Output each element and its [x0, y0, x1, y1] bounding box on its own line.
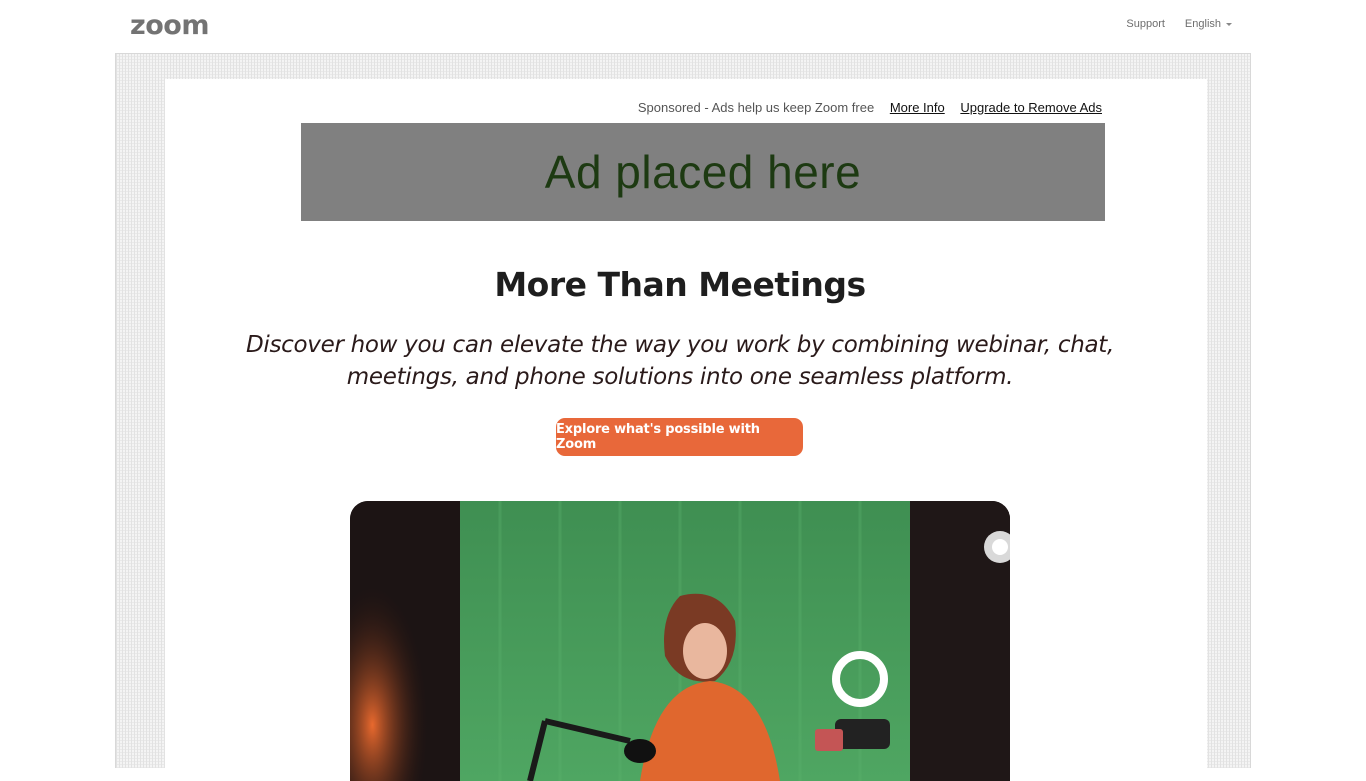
top-nav-links: Support English [1126, 18, 1232, 30]
page-title: More Than Meetings [494, 265, 866, 304]
hero-image [350, 501, 1010, 781]
sponsored-text: Sponsored - Ads help us keep Zoom free [637, 100, 875, 115]
top-navigation-bar: zoom Support English [0, 0, 1366, 52]
main-content: Sponsored - Ads help us keep Zoom free M… [165, 79, 1207, 781]
upgrade-remove-ads-link[interactable]: Upgrade to Remove Ads [960, 100, 1102, 115]
woman-green-screen-photo-icon [350, 501, 1010, 781]
support-link[interactable]: Support [1126, 18, 1165, 30]
explore-zoom-button[interactable]: Explore what's possible with Zoom [556, 418, 803, 456]
ad-placeholder-text: Ad placed here [544, 146, 862, 198]
sponsored-line: Sponsored - Ads help us keep Zoom free M… [638, 100, 1102, 115]
chevron-down-icon [1226, 22, 1232, 26]
zoom-logo[interactable]: zoom [130, 10, 209, 42]
page-subtitle: Discover how you can elevate the way you… [245, 332, 1115, 390]
language-label: English [1184, 18, 1221, 30]
ad-banner[interactable]: Ad placed here [301, 123, 1105, 221]
more-info-link[interactable]: More Info [890, 100, 945, 115]
language-selector[interactable]: English [1185, 18, 1232, 30]
